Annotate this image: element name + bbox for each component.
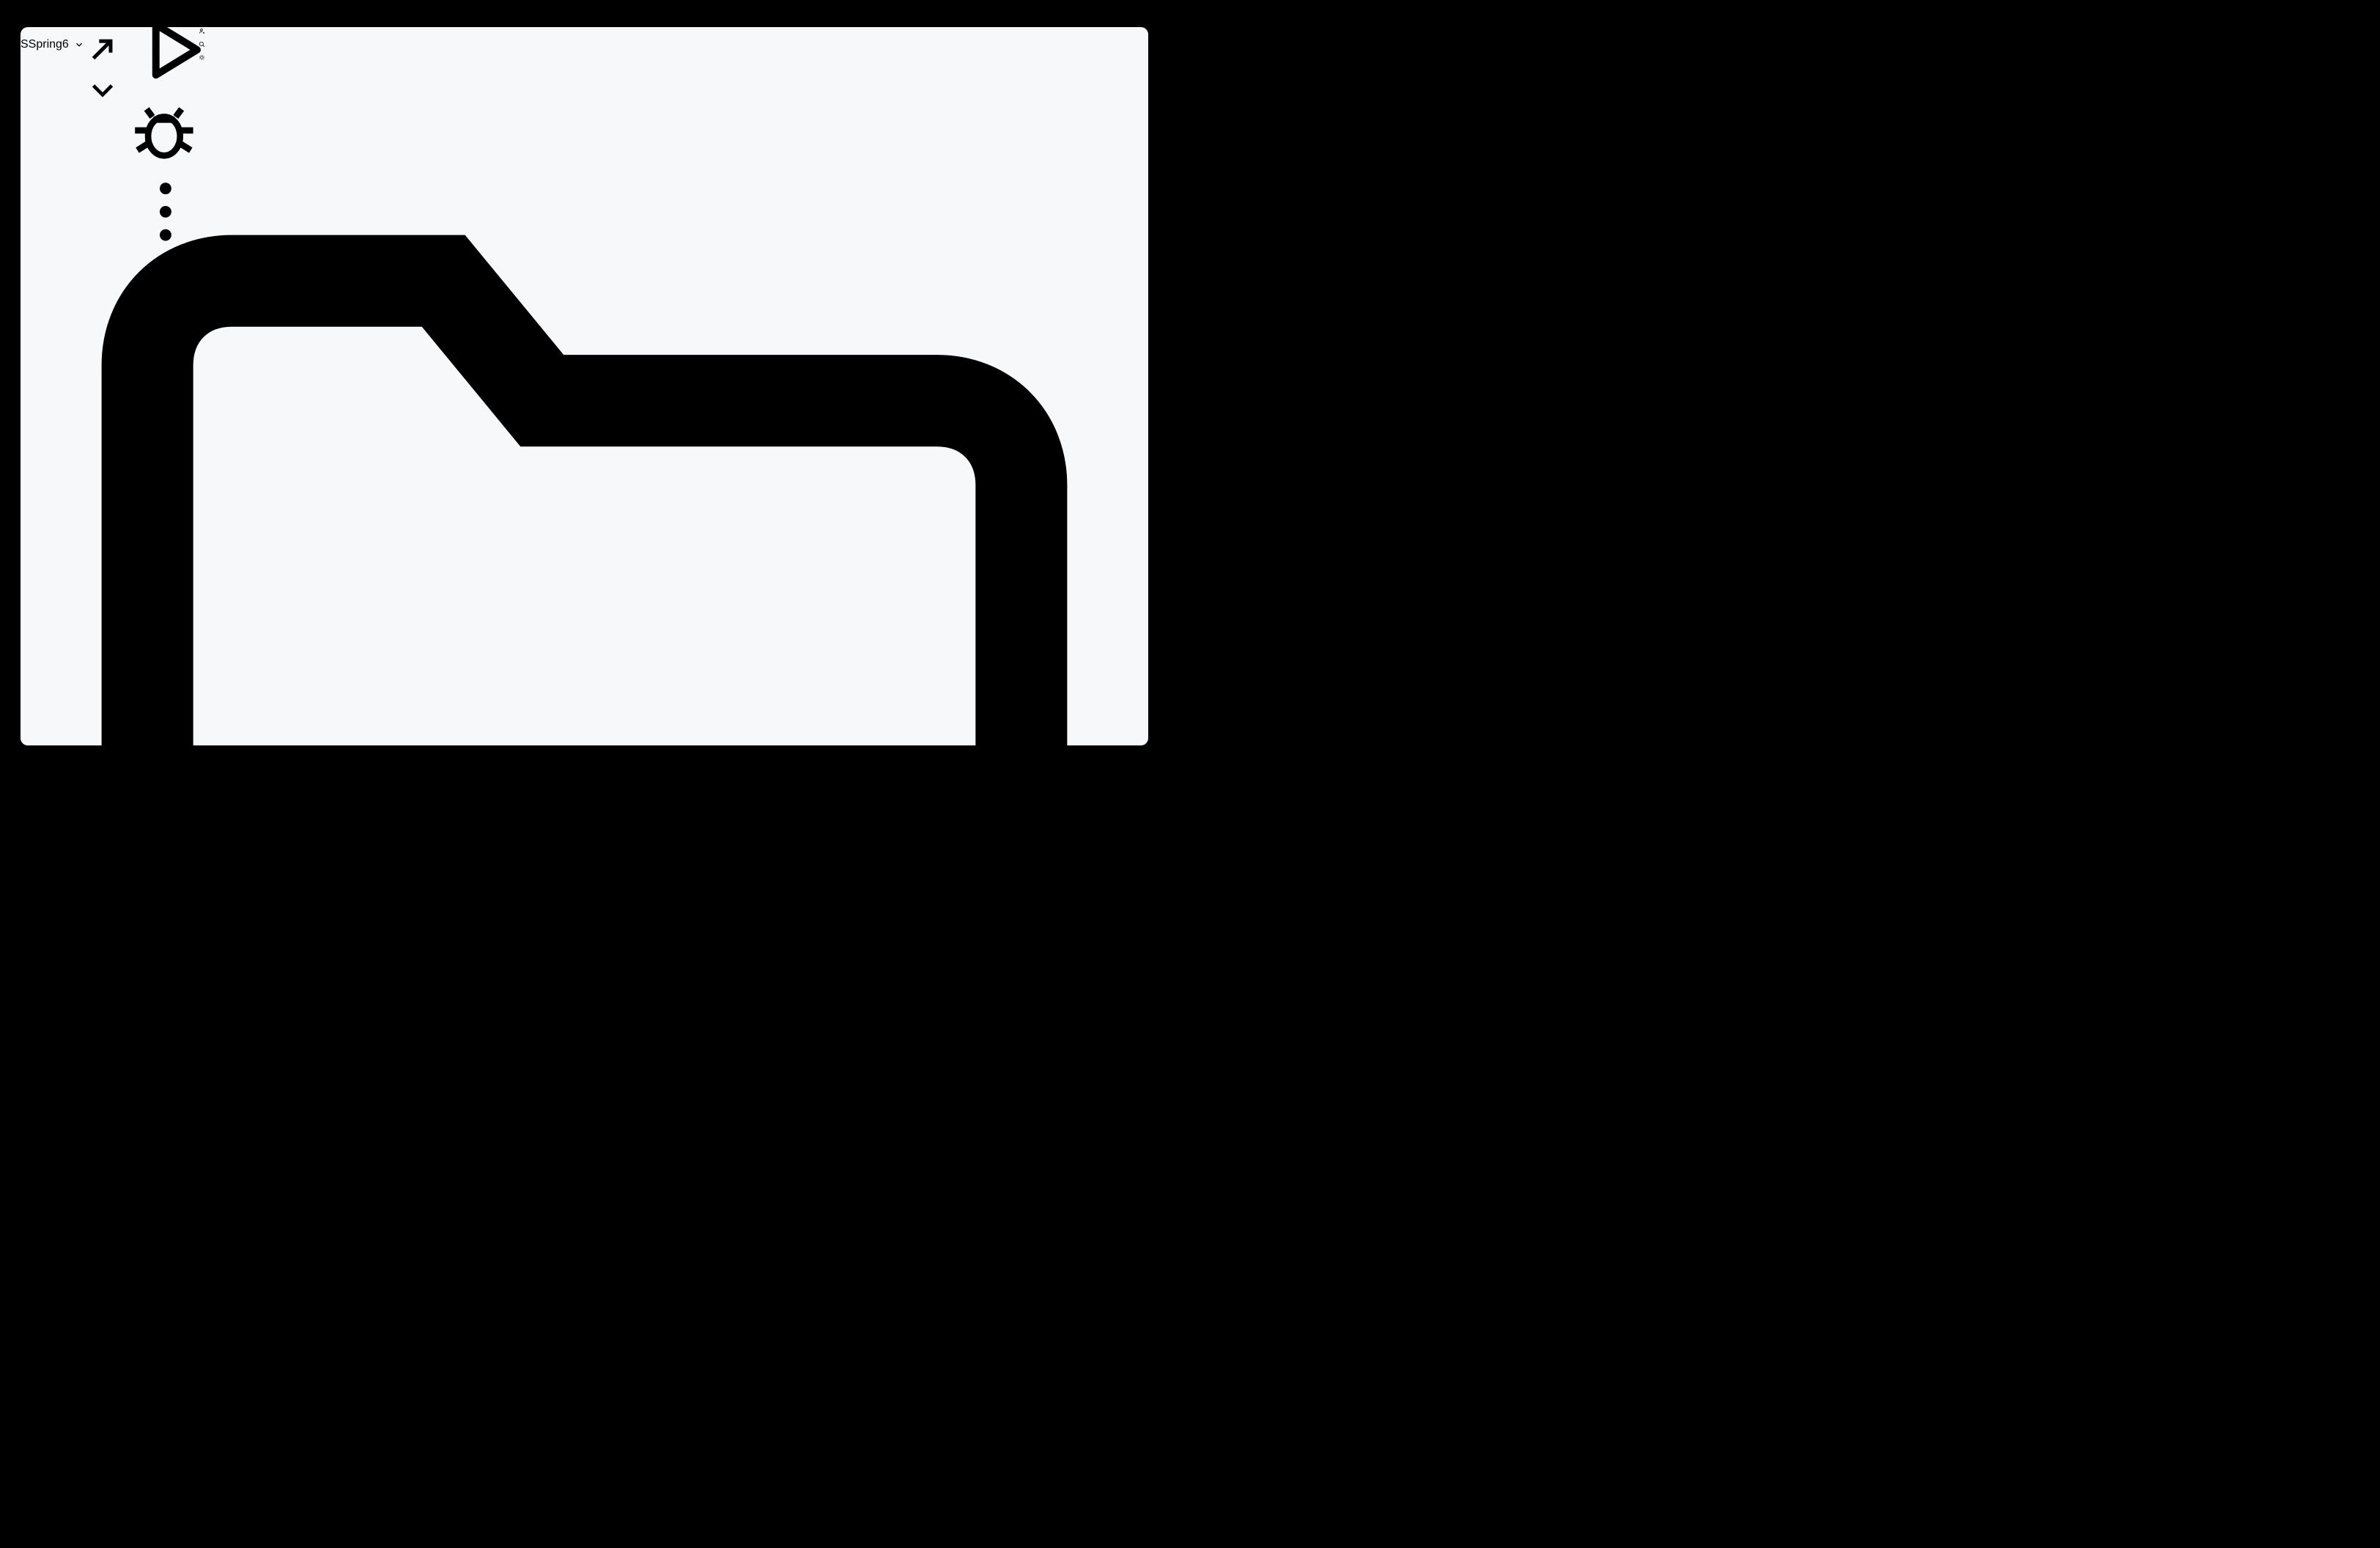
titlebar: S Spring6 main Demo2 xyxy=(21,27,1148,241)
push-arrow-icon xyxy=(84,40,121,71)
chevron-down-icon xyxy=(84,84,121,111)
chevron-down-icon[interactable] xyxy=(74,40,84,50)
vcs-branch-widget[interactable]: main xyxy=(84,27,121,112)
branch-name: main xyxy=(86,27,111,30)
project-badge[interactable]: S xyxy=(21,38,29,51)
more-actions-icon[interactable] xyxy=(127,183,204,254)
add-user-icon[interactable] xyxy=(199,27,205,37)
project-name[interactable]: Spring6 xyxy=(29,38,69,51)
run-configuration-widget[interactable]: Demo2 xyxy=(121,27,201,254)
settings-gear-icon[interactable] xyxy=(199,51,205,64)
search-icon[interactable] xyxy=(199,38,205,51)
titlebar-actions xyxy=(199,27,205,64)
run-button[interactable] xyxy=(134,27,212,91)
ide-window: S Spring6 main Demo2 xyxy=(21,27,1148,745)
debug-button[interactable] xyxy=(125,107,203,172)
